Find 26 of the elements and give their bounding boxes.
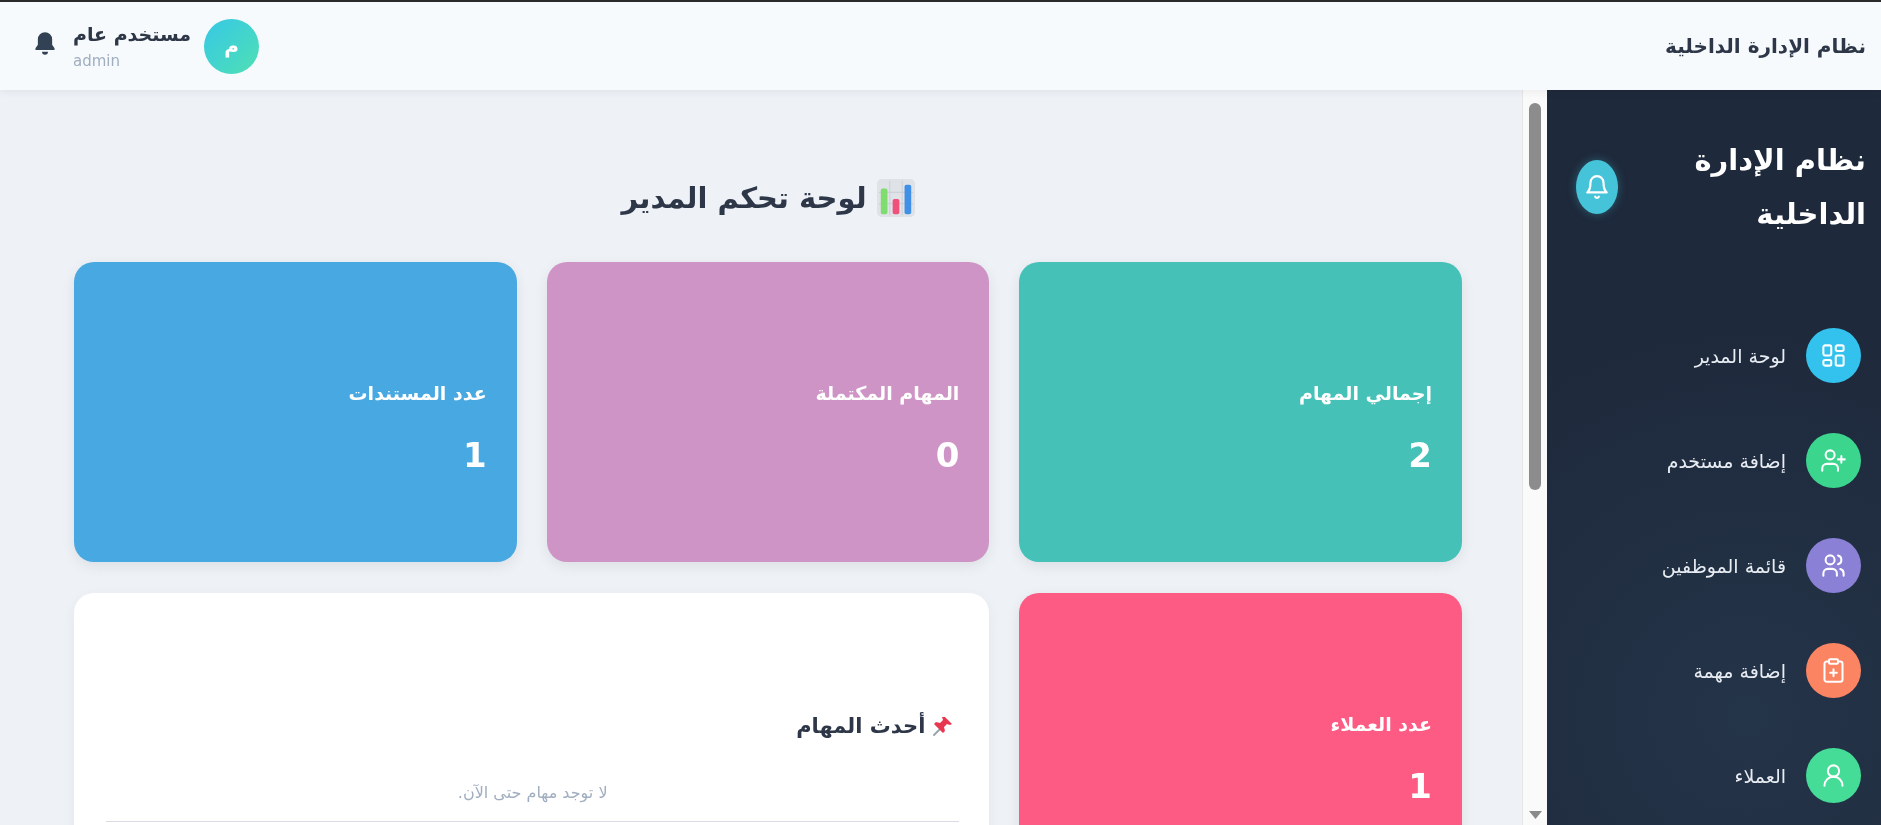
sidebar-item[interactable]: إضافة مهمة (1693, 643, 1861, 698)
scrollbar[interactable] (1522, 90, 1547, 825)
scrollbar-thumb[interactable] (1529, 103, 1541, 490)
user-role: admin (73, 51, 120, 72)
sidebar-item[interactable]: إضافة مستخدم (1666, 433, 1861, 488)
stat-label: المهام المكتملة (815, 381, 960, 407)
stat-value: 0 (935, 434, 960, 477)
recent-tasks-title: أحدث المهام (796, 712, 926, 740)
stat-label: عدد العملاء (1330, 712, 1432, 737)
scroll-down-arrow-icon[interactable] (1528, 811, 1542, 819)
stat-value: 1 (1408, 765, 1432, 808)
sidebar-title: نظام الإدارة الداخلية (1693, 142, 1866, 233)
user-name: مستخدم عام (73, 22, 192, 48)
sidebar-item[interactable]: لوحة المدير (1694, 328, 1861, 383)
page-heading: لوحة تحكم المدير (621, 180, 867, 217)
stat-label: عدد المستندات (348, 381, 487, 406)
bar-chart-icon (876, 179, 915, 217)
sidebar-item[interactable]: قائمة الموظفين (1661, 538, 1861, 593)
sidebar-item[interactable]: العملاء (1734, 748, 1861, 803)
stat-label: إجمالي المهام (1298, 381, 1432, 407)
notification-bell-icon[interactable] (34, 30, 56, 56)
stat-value: 1 (463, 434, 487, 477)
app-title: نظام الإدارة الداخلية (1665, 34, 1866, 58)
stat-value: 2 (1408, 434, 1432, 477)
empty-message: لا توجد مهام حتى الآن. (456, 782, 609, 805)
bell-icon[interactable] (1576, 160, 1618, 214)
